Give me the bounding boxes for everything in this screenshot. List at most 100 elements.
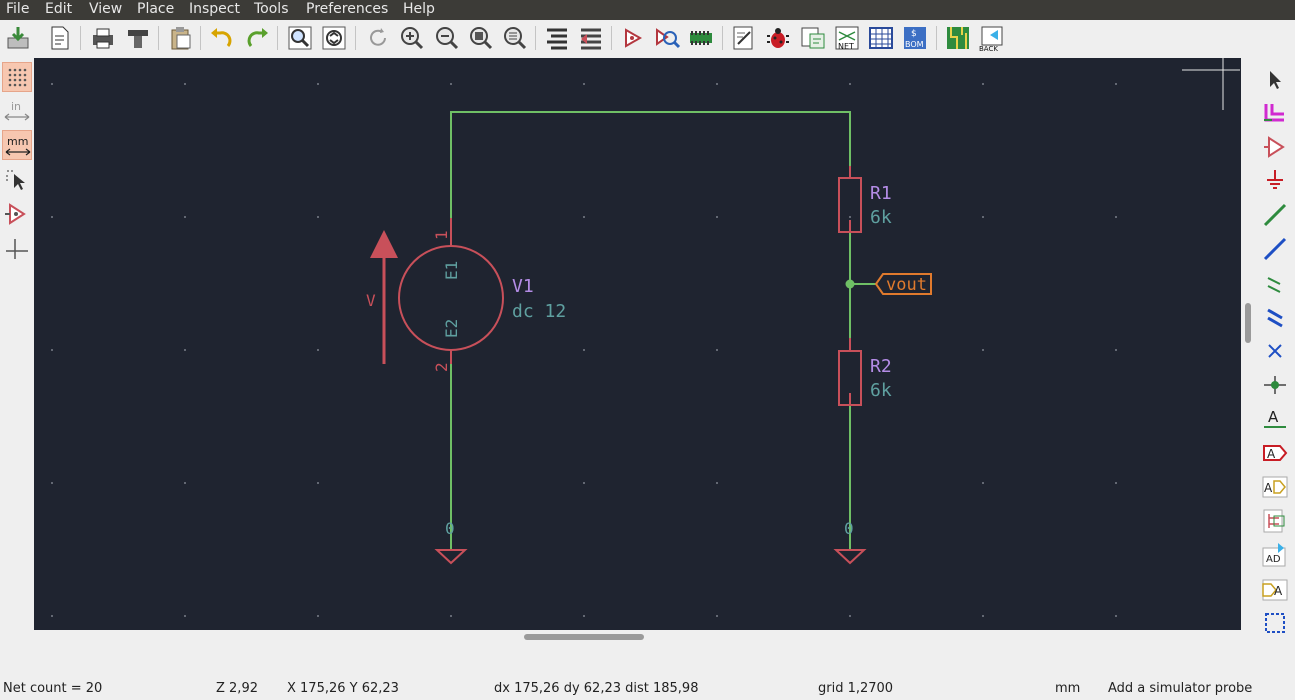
- add-global-label-icon[interactable]: A: [1260, 438, 1290, 468]
- orthogonal-lines-icon[interactable]: [2, 233, 32, 263]
- find-replace-icon[interactable]: [320, 24, 348, 52]
- grid-toggle-icon[interactable]: [2, 62, 32, 92]
- menu-tools[interactable]: Tools: [250, 0, 293, 20]
- symbol-editor-icon[interactable]: [618, 24, 646, 52]
- back-annotate-icon[interactable]: BACK: [978, 24, 1006, 52]
- main-toolbar: NET $ BOM BACK: [0, 20, 1295, 59]
- menu-bar: File Edit View Place Inspect Tools Prefe…: [0, 0, 1295, 20]
- bus-bus-entry-icon[interactable]: [1260, 302, 1290, 332]
- svg-text:NET: NET: [838, 42, 854, 51]
- add-symbol-icon[interactable]: [1260, 132, 1290, 162]
- hierarchy-navigator-icon[interactable]: [543, 24, 571, 52]
- menu-inspect[interactable]: Inspect: [185, 0, 244, 20]
- refresh-icon[interactable]: [364, 24, 392, 52]
- inch-units-label: in: [11, 100, 21, 113]
- add-hierarchical-label-icon[interactable]: A: [1260, 472, 1290, 502]
- add-junction-icon[interactable]: [1260, 370, 1290, 400]
- show-pins-icon[interactable]: [2, 199, 32, 229]
- print-icon[interactable]: [89, 24, 117, 52]
- cursor-crosshair: [1182, 58, 1240, 110]
- svg-text:BOM: BOM: [905, 40, 924, 49]
- mm-units-label: mm: [7, 135, 28, 148]
- add-power-icon[interactable]: [1260, 166, 1290, 196]
- add-sheet-pin-icon[interactable]: A: [1260, 574, 1290, 604]
- footprint-assign-icon[interactable]: [687, 24, 715, 52]
- zoom-selection-icon[interactable]: [501, 24, 529, 52]
- v1-symbol-label: V: [366, 291, 376, 310]
- graphic-rectangle-icon[interactable]: [1260, 608, 1290, 638]
- ground-right-label: 0: [844, 519, 854, 538]
- fields-table-icon[interactable]: [867, 24, 895, 52]
- status-bar: Net count = 20 Z 2,92 X 175,26 Y 62,23 d…: [0, 680, 1295, 700]
- r1-value[interactable]: 6k: [870, 207, 892, 228]
- v1-value[interactable]: dc 12: [512, 301, 566, 322]
- add-wire-icon[interactable]: [1260, 200, 1290, 230]
- cursor-shape-icon[interactable]: [2, 166, 32, 196]
- menu-view[interactable]: View: [85, 0, 126, 20]
- netlist-icon[interactable]: NET: [833, 24, 861, 52]
- units-readout: mm: [1055, 681, 1081, 696]
- symbol-browser-icon[interactable]: [653, 24, 681, 52]
- svg-text:BACK: BACK: [979, 45, 998, 52]
- paste-icon[interactable]: [166, 24, 194, 52]
- plot-icon[interactable]: [124, 24, 152, 52]
- r2-symbol[interactable]: [838, 338, 862, 406]
- undo-icon[interactable]: [208, 24, 236, 52]
- select-arrow-icon[interactable]: [1260, 64, 1290, 94]
- svg-text:A: A: [1264, 481, 1273, 495]
- menu-file[interactable]: File: [2, 0, 33, 20]
- leave-sheet-icon[interactable]: [577, 24, 605, 52]
- horizontal-scroll-thumb[interactable]: [524, 634, 644, 640]
- mm-units-icon[interactable]: mm: [2, 130, 32, 160]
- v1-pin2-name: E2: [442, 319, 461, 338]
- r1-symbol[interactable]: [838, 166, 862, 233]
- zoom-in-icon[interactable]: [398, 24, 426, 52]
- svg-text:AD: AD: [1266, 554, 1281, 565]
- schematic-canvas[interactable]: V 1 E1 E2 2 V1 dc 12 R1 6k R2 6k vout 0: [34, 58, 1241, 630]
- annotate-icon[interactable]: [730, 24, 758, 52]
- wire-bus-entry-icon[interactable]: [1260, 268, 1290, 298]
- add-label-icon[interactable]: A: [1260, 404, 1290, 434]
- erc-bug-icon[interactable]: [764, 24, 792, 52]
- svg-text:A: A: [1274, 584, 1283, 598]
- bom-icon[interactable]: $ BOM: [901, 24, 929, 52]
- ground-left-label: 0: [445, 519, 455, 538]
- v1-pin1-name: E1: [442, 261, 461, 280]
- vout-net-label[interactable]: vout: [886, 275, 927, 295]
- v1-pin2-number: 2: [432, 362, 451, 372]
- menu-edit[interactable]: Edit: [41, 0, 76, 20]
- page-settings-icon[interactable]: [46, 24, 74, 52]
- vertical-scrollbar[interactable]: [1241, 58, 1256, 630]
- add-bus-icon[interactable]: [1260, 234, 1290, 264]
- import-sheet-pin-icon[interactable]: AD: [1260, 540, 1290, 570]
- menu-place[interactable]: Place: [133, 0, 178, 20]
- vertical-scroll-thumb[interactable]: [1245, 303, 1251, 343]
- v1-pin1-number: 1: [432, 230, 451, 240]
- ground-symbol-left[interactable]: [434, 549, 468, 565]
- no-connect-icon[interactable]: [1260, 336, 1290, 366]
- menu-help[interactable]: Help: [399, 0, 439, 20]
- symbol-fields-icon[interactable]: [799, 24, 827, 52]
- junction-dot: [845, 279, 855, 289]
- wires: [450, 111, 876, 550]
- inch-units-icon[interactable]: in: [2, 96, 32, 126]
- zoom-fit-icon[interactable]: [467, 24, 495, 52]
- r1-reference[interactable]: R1: [870, 183, 892, 204]
- menu-preferences[interactable]: Preferences: [302, 0, 392, 20]
- add-sheet-icon[interactable]: [1260, 506, 1290, 536]
- svg-text:A: A: [1267, 447, 1276, 461]
- ground-symbol-right[interactable]: [833, 549, 867, 565]
- r2-value[interactable]: 6k: [870, 380, 892, 401]
- save-icon[interactable]: [4, 24, 32, 52]
- svg-text:A: A: [1268, 408, 1279, 426]
- find-icon[interactable]: [286, 24, 314, 52]
- highlight-net-icon[interactable]: [1260, 98, 1290, 128]
- horizontal-scrollbar[interactable]: [34, 630, 1241, 644]
- pcb-editor-icon[interactable]: [944, 24, 972, 52]
- zoom-out-icon[interactable]: [433, 24, 461, 52]
- grid-readout: grid 1,2700: [818, 681, 894, 696]
- status-message: Add a simulator probe: [1108, 681, 1253, 696]
- r2-reference[interactable]: R2: [870, 356, 892, 377]
- v1-reference[interactable]: V1: [512, 276, 534, 297]
- redo-icon[interactable]: [243, 24, 271, 52]
